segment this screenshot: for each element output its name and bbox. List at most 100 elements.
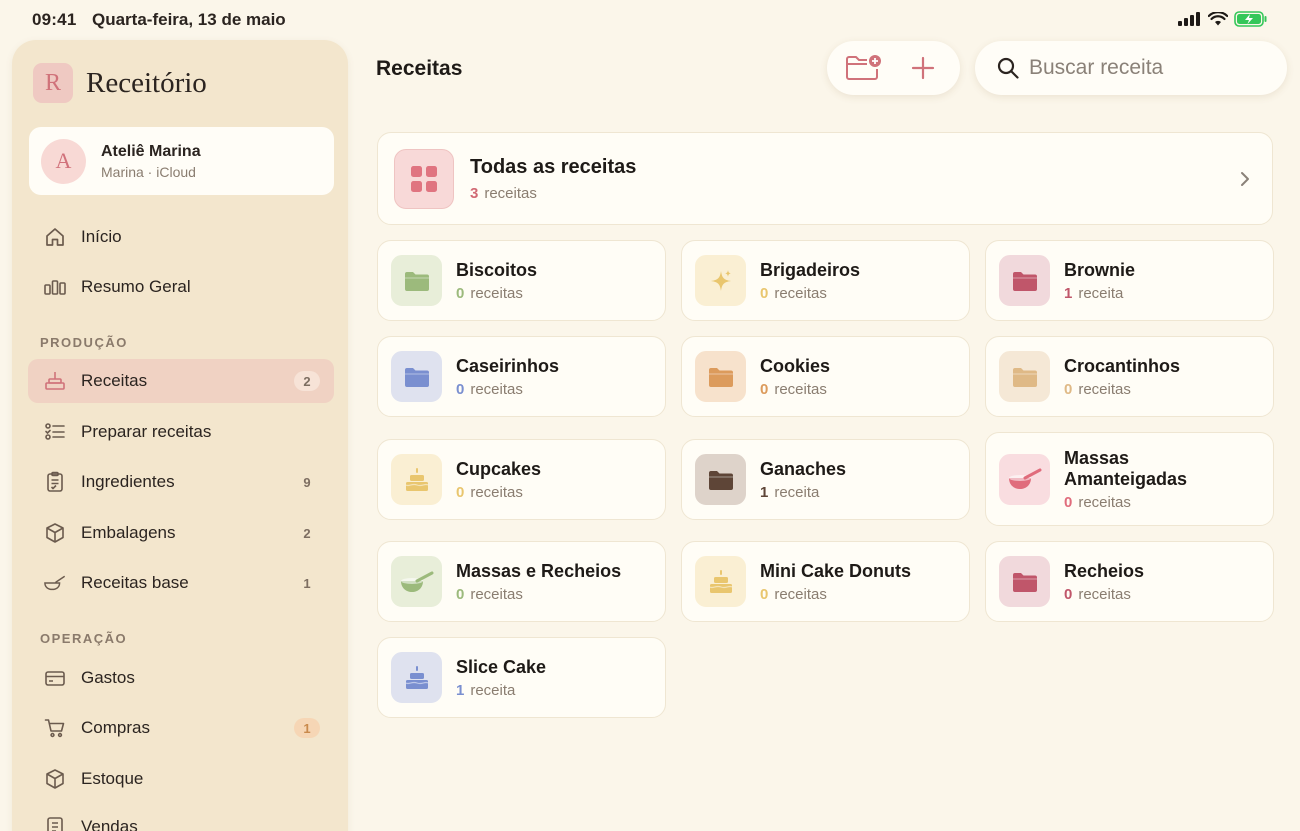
status-date: Quarta-feira, 13 de maio bbox=[92, 10, 286, 29]
category-card[interactable]: Slice Cake 1 receita bbox=[377, 637, 666, 718]
add-button[interactable] bbox=[899, 46, 947, 90]
category-card[interactable]: Massas Amanteigadas 0 receitas bbox=[985, 432, 1274, 526]
receipt-icon bbox=[44, 816, 66, 831]
category-count: 0 receitas bbox=[760, 585, 827, 603]
bowl-icon bbox=[999, 453, 1050, 505]
sidebar-item-label: Estoque bbox=[81, 769, 144, 788]
count-badge: 2 bbox=[294, 371, 320, 391]
sidebar-item-label: Ingredientes bbox=[81, 472, 175, 491]
account-name: Ateliê Marina bbox=[101, 142, 201, 160]
sidebar-item-vendas[interactable]: Vendas bbox=[28, 805, 334, 831]
category-count: 0 receitas bbox=[456, 483, 523, 501]
brand: R Receitório bbox=[33, 63, 207, 103]
category-card[interactable]: Biscoitos 0 receitas bbox=[377, 240, 666, 321]
all-recipes-count: 3 receitas bbox=[470, 184, 537, 202]
count-badge: 1 bbox=[303, 575, 311, 591]
battery-charging-icon bbox=[1234, 11, 1267, 27]
folder-icon bbox=[999, 351, 1050, 402]
sidebar-item-gastos[interactable]: Gastos bbox=[28, 656, 334, 700]
category-count: 0 receitas bbox=[1064, 585, 1131, 603]
sidebar-item-estoque[interactable]: Estoque bbox=[28, 757, 334, 801]
category-count: 1 receita bbox=[760, 483, 820, 501]
sidebar-item-receitas-base[interactable]: Receitas base 1 bbox=[28, 561, 334, 605]
category-card[interactable]: Massas e Recheios 0 receitas bbox=[377, 541, 666, 622]
box-icon bbox=[44, 522, 66, 544]
folder-icon bbox=[999, 556, 1050, 607]
section-label-operacao: OPERAÇÃO bbox=[40, 631, 128, 646]
new-folder-button[interactable] bbox=[840, 46, 888, 90]
avatar: A bbox=[41, 138, 86, 184]
clipboard-icon bbox=[44, 471, 66, 493]
sidebar-item-label: Início bbox=[81, 227, 122, 246]
sidebar-item-label: Receitas bbox=[81, 371, 148, 390]
folder-icon bbox=[391, 255, 442, 306]
category-count: 0 receitas bbox=[760, 380, 827, 398]
cake-icon bbox=[695, 556, 746, 607]
sparkle-icon bbox=[695, 255, 746, 306]
category-card[interactable]: Cupcakes 0 receitas bbox=[377, 439, 666, 520]
all-recipes-title: Todas as receitas bbox=[470, 155, 637, 178]
card-icon bbox=[44, 667, 66, 689]
category-title: Mini Cake Donuts bbox=[760, 560, 912, 581]
sidebar-item-compras[interactable]: Compras 1 bbox=[28, 706, 334, 750]
account-subtitle: Marina · iCloud bbox=[101, 163, 196, 180]
sidebar-item-ingredientes[interactable]: Ingredientes 9 bbox=[28, 460, 334, 504]
grid-icon bbox=[394, 148, 454, 209]
plus-icon bbox=[911, 56, 934, 80]
all-recipes-card[interactable]: Todas as receitas 3 receitas bbox=[377, 132, 1273, 225]
category-title: Massas e Recheios bbox=[456, 560, 622, 581]
category-title: Recheios bbox=[1064, 560, 1145, 581]
category-card[interactable]: Crocantinhos 0 receitas bbox=[985, 336, 1274, 417]
category-count: 0 receitas bbox=[1064, 380, 1131, 398]
category-card[interactable]: Mini Cake Donuts 0 receitas bbox=[681, 541, 970, 622]
count-badge: 9 bbox=[303, 474, 311, 490]
category-title: Crocantinhos bbox=[1064, 355, 1181, 376]
cake-icon bbox=[391, 454, 442, 505]
category-card[interactable]: Recheios 0 receitas bbox=[985, 541, 1274, 622]
category-title: Cookies bbox=[760, 355, 831, 376]
category-title: Slice Cake bbox=[456, 656, 547, 677]
box-icon bbox=[44, 768, 66, 790]
category-title: Brownie bbox=[1064, 259, 1136, 280]
wifi-icon bbox=[1208, 12, 1228, 26]
sidebar-item-resumo-geral[interactable]: Resumo Geral bbox=[28, 265, 334, 309]
category-card[interactable]: Cookies 0 receitas bbox=[681, 336, 970, 417]
search-input[interactable] bbox=[1029, 56, 1269, 80]
sidebar-item-label: Compras bbox=[81, 718, 150, 737]
sidebar-item-label: Receitas base bbox=[81, 573, 189, 592]
sidebar-item-embalagens[interactable]: Embalagens 2 bbox=[28, 511, 334, 555]
brand-title: Receitório bbox=[86, 66, 207, 99]
bowl-icon bbox=[391, 556, 442, 607]
toolbar bbox=[827, 41, 960, 95]
account-card[interactable]: A Ateliê Marina Marina · iCloud bbox=[29, 127, 334, 195]
cart-icon bbox=[44, 717, 66, 739]
category-count: 1 receita bbox=[1064, 284, 1124, 302]
sidebar-item-inicio[interactable]: Início bbox=[28, 215, 334, 259]
category-card[interactable]: Brownie 1 receita bbox=[985, 240, 1274, 321]
search-bar[interactable] bbox=[975, 41, 1287, 95]
folder-icon bbox=[695, 351, 746, 402]
category-count: 1 receita bbox=[456, 681, 516, 699]
folder-icon bbox=[391, 351, 442, 402]
sidebar-item-label: Resumo Geral bbox=[81, 277, 191, 296]
bar-chart-icon bbox=[44, 276, 66, 298]
cellular-signal-icon bbox=[1178, 12, 1200, 26]
category-count: 0 receitas bbox=[456, 585, 523, 603]
sidebar-item-label: Embalagens bbox=[81, 523, 176, 542]
sidebar-item-label: Preparar receitas bbox=[81, 422, 212, 441]
status-time: 09:41 bbox=[32, 10, 77, 29]
category-card[interactable]: Brigadeiros 0 receitas bbox=[681, 240, 970, 321]
category-title: Biscoitos bbox=[456, 259, 538, 280]
section-label-producao: PRODUÇÃO bbox=[40, 335, 128, 350]
sidebar: R Receitório A Ateliê Marina Marina · iC… bbox=[12, 40, 348, 831]
category-count: 0 receitas bbox=[1064, 493, 1131, 511]
sidebar-item-receitas[interactable]: Receitas 2 bbox=[28, 359, 334, 403]
category-card[interactable]: Caseirinhos 0 receitas bbox=[377, 336, 666, 417]
category-card[interactable]: Ganaches 1 receita bbox=[681, 439, 970, 520]
sidebar-item-preparar-receitas[interactable]: Preparar receitas bbox=[28, 410, 334, 454]
folder-plus-icon bbox=[846, 55, 882, 80]
sidebar-item-label: Vendas bbox=[81, 817, 138, 831]
sidebar-item-label: Gastos bbox=[81, 668, 135, 687]
category-count: 0 receitas bbox=[456, 284, 523, 302]
cake-icon bbox=[44, 370, 66, 392]
